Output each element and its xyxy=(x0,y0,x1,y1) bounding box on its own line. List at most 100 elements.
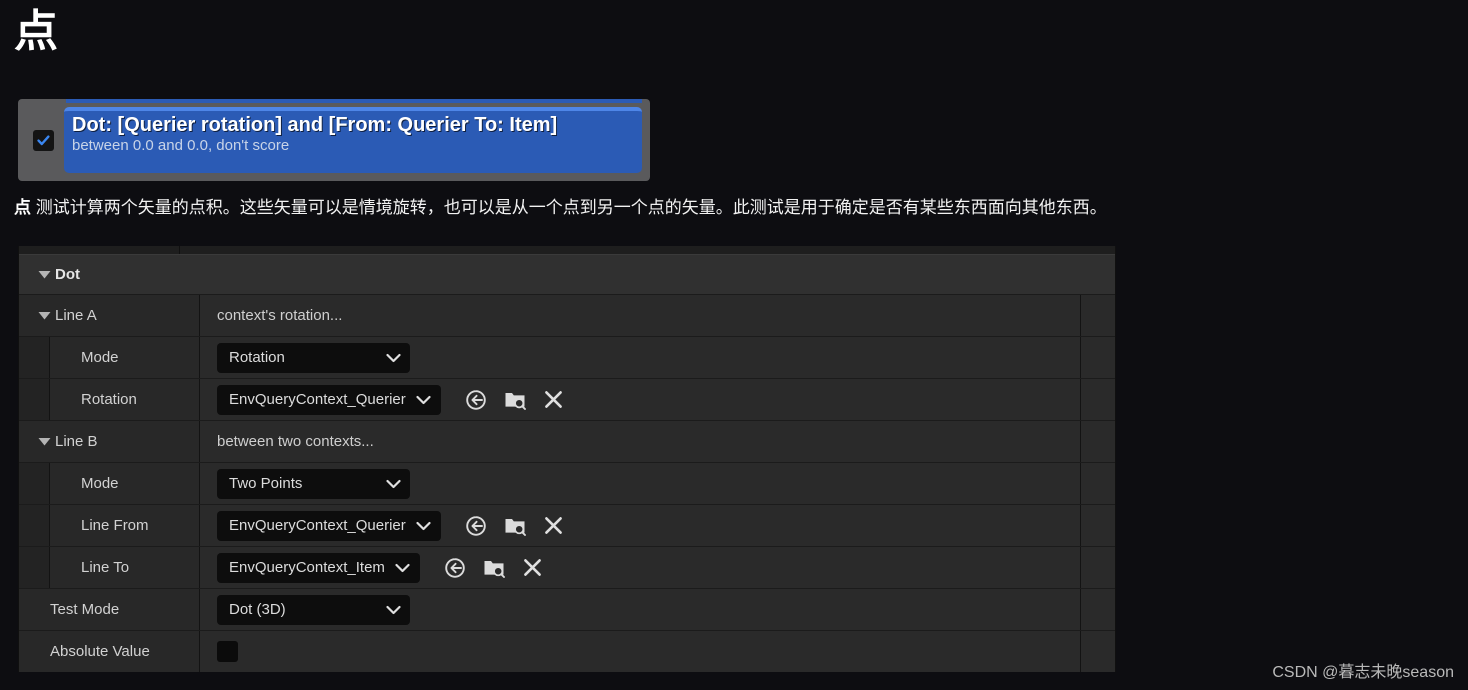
property-value-cell: EnvQueryContext_Querier xyxy=(199,379,1080,420)
context-asset-value: EnvQueryContext_Querier xyxy=(229,391,406,408)
context-asset-value: EnvQueryContext_Querier xyxy=(229,517,406,534)
category-end-cell xyxy=(1080,255,1115,294)
property-label: Line A xyxy=(55,307,97,324)
property-name-cell: Rotation xyxy=(19,379,199,420)
property-end-cell xyxy=(1080,421,1115,462)
property-end-cell xyxy=(1080,631,1115,672)
indent-guide xyxy=(19,337,50,378)
property-row-test-mode[interactable]: Test Mode Dot (3D) xyxy=(19,589,1115,631)
category-label: Dot xyxy=(55,266,80,283)
chevron-down-icon xyxy=(416,521,431,530)
property-label: Mode xyxy=(81,349,119,366)
property-end-cell xyxy=(1080,295,1115,336)
property-name-cell: Test Mode xyxy=(19,589,199,630)
use-selected-asset-icon[interactable] xyxy=(444,557,466,579)
property-name-cell: Line To xyxy=(19,547,199,588)
chevron-down-icon xyxy=(386,605,401,614)
property-end-cell xyxy=(1080,379,1115,420)
mode-dropdown[interactable]: Rotation xyxy=(217,342,410,373)
property-value-cell: EnvQueryContext_Item xyxy=(199,547,1080,588)
property-value-cell xyxy=(199,631,1080,672)
context-asset-dropdown[interactable]: EnvQueryContext_Item xyxy=(217,552,420,583)
indent-guide xyxy=(19,463,50,504)
property-end-cell xyxy=(1080,589,1115,630)
property-value-cell: Rotation xyxy=(199,337,1080,378)
property-row-line-from[interactable]: Line From EnvQueryContext_Querier xyxy=(19,505,1115,547)
context-asset-dropdown[interactable]: EnvQueryContext_Querier xyxy=(217,384,441,415)
property-name-cell: Mode xyxy=(19,337,199,378)
selected-test-card[interactable]: Dot: [Querier rotation] and [From: Queri… xyxy=(64,107,642,173)
description-keyword: 点 xyxy=(14,198,31,217)
property-name-cell: Absolute Value xyxy=(19,631,199,672)
clipped-row-top xyxy=(19,246,1115,255)
property-value-cell: between two contexts... xyxy=(199,421,1080,462)
property-end-cell xyxy=(1080,547,1115,588)
mode-dropdown[interactable]: Two Points xyxy=(217,468,410,499)
property-row-line-a-rotation[interactable]: Rotation EnvQueryContext_Querier xyxy=(19,379,1115,421)
clear-asset-icon[interactable] xyxy=(544,516,563,535)
use-selected-asset-icon[interactable] xyxy=(465,515,487,537)
mode-dropdown-value: Two Points xyxy=(229,475,303,492)
property-value-cell: EnvQueryContext_Querier xyxy=(199,505,1080,546)
property-hint: between two contexts... xyxy=(217,433,374,450)
chevron-down-icon xyxy=(386,353,401,362)
asset-action-icons xyxy=(465,515,563,537)
clear-asset-icon[interactable] xyxy=(544,390,563,409)
browse-to-asset-icon[interactable] xyxy=(483,558,506,578)
chevron-down-icon xyxy=(386,479,401,488)
property-end-cell xyxy=(1080,337,1115,378)
use-selected-asset-icon[interactable] xyxy=(465,389,487,411)
property-label: Line B xyxy=(55,433,98,450)
property-label: Rotation xyxy=(81,391,137,408)
property-row-line-to[interactable]: Line To EnvQueryContext_Item xyxy=(19,547,1115,589)
watermark: CSDN @暮志未晚season xyxy=(1272,664,1454,681)
property-value-cell: Dot (3D) xyxy=(199,589,1080,630)
mode-dropdown-value: Rotation xyxy=(229,349,285,366)
description-body: 测试计算两个矢量的点积。这些矢量可以是情境旋转，也可以是从一个点到另一个点的矢量… xyxy=(31,198,1107,217)
clear-asset-icon[interactable] xyxy=(523,558,542,577)
property-value-cell: Two Points xyxy=(199,463,1080,504)
details-category-row[interactable]: Dot xyxy=(19,255,1115,295)
property-label: Absolute Value xyxy=(50,643,150,660)
test-mode-value: Dot (3D) xyxy=(229,601,286,618)
property-value-cell: context's rotation... xyxy=(199,295,1080,336)
property-label: Test Mode xyxy=(50,601,120,618)
chevron-down-icon xyxy=(395,563,410,572)
property-name-cell: Line A xyxy=(19,295,199,336)
property-row-absolute-value[interactable]: Absolute Value xyxy=(19,631,1115,672)
asset-action-icons xyxy=(444,557,542,579)
chevron-down-icon[interactable] xyxy=(33,437,55,446)
details-panel: Dot Line A context's rotation... Mode Ro… xyxy=(18,246,1116,672)
test-mode-dropdown[interactable]: Dot (3D) xyxy=(217,594,410,625)
description-text: 点 测试计算两个矢量的点积。这些矢量可以是情境旋转，也可以是从一个点到另一个点的… xyxy=(14,196,1464,220)
asset-action-icons xyxy=(465,389,563,411)
property-end-cell xyxy=(1080,463,1115,504)
property-label: Line To xyxy=(81,559,130,576)
browse-to-asset-icon[interactable] xyxy=(504,390,527,410)
property-row-line-a[interactable]: Line A context's rotation... xyxy=(19,295,1115,337)
chevron-down-icon[interactable] xyxy=(33,270,55,279)
property-end-cell xyxy=(1080,505,1115,546)
property-label: Mode xyxy=(81,475,119,492)
browse-to-asset-icon[interactable] xyxy=(504,516,527,536)
selected-test-subtitle: between 0.0 and 0.0, don't score xyxy=(72,137,290,154)
property-label: Line From xyxy=(81,517,149,534)
context-asset-dropdown[interactable]: EnvQueryContext_Querier xyxy=(217,510,441,541)
property-hint: context's rotation... xyxy=(217,307,343,324)
indent-guide xyxy=(19,505,50,546)
absolute-value-checkbox[interactable] xyxy=(217,641,238,662)
property-row-line-b[interactable]: Line B between two contexts... xyxy=(19,421,1115,463)
selected-test-title: Dot: [Querier rotation] and [From: Queri… xyxy=(72,114,558,136)
test-enabled-checkbox[interactable] xyxy=(33,129,54,151)
selected-test-container[interactable]: Dot: [Querier rotation] and [From: Queri… xyxy=(18,99,650,181)
property-name-cell: Line B xyxy=(19,421,199,462)
property-name-cell: Mode xyxy=(19,463,199,504)
page-title: 点 xyxy=(14,7,58,56)
chevron-down-icon[interactable] xyxy=(33,311,55,320)
context-asset-value: EnvQueryContext_Item xyxy=(229,559,385,576)
chevron-down-icon xyxy=(416,395,431,404)
indent-guide xyxy=(19,547,50,588)
indent-guide xyxy=(19,379,50,420)
property-row-line-b-mode[interactable]: Mode Two Points xyxy=(19,463,1115,505)
property-row-line-a-mode[interactable]: Mode Rotation xyxy=(19,337,1115,379)
